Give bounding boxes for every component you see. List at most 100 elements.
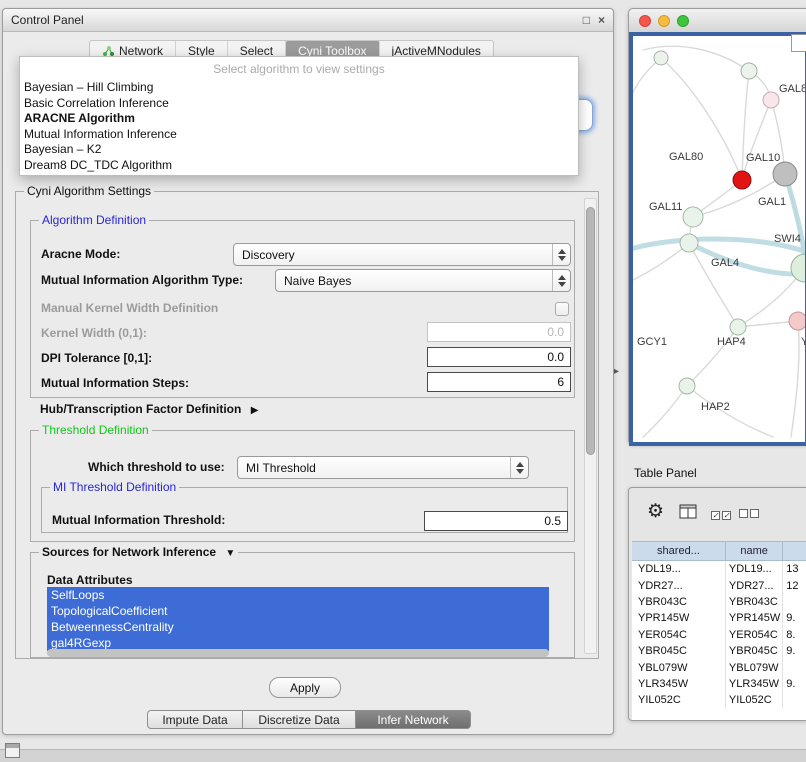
cell-shared[interactable]: YPR145W [632,610,726,626]
cell-value[interactable] [783,659,806,675]
cell-shared[interactable]: YBL079W [632,659,726,675]
columns-icon[interactable] [679,504,698,520]
network-node-pink[interactable] [789,312,805,330]
aracne-mode-combobox[interactable]: Discovery [233,243,571,266]
cell-name[interactable]: YBR045C [726,643,783,659]
settings-scrollbar-thumb[interactable] [586,207,595,455]
table-row[interactable]: YPR145W YPR145W 9. [632,610,806,626]
zoom-traffic-light-icon[interactable] [677,15,689,27]
combobox-stepper-icon[interactable] [552,244,570,265]
dropdown-item[interactable]: Dream8 DC_TDC Algorithm [20,158,578,174]
network-canvas[interactable]: GAL8 GAL80 GAL10 GAL11 GAL1 SWI4 GAL4 GC… [629,32,806,446]
mi-type-combobox[interactable]: Naive Bayes [275,269,571,292]
dropdown-item[interactable]: Basic Correlation Inference [20,96,578,112]
hub-definition-toggle[interactable]: Hub/Transcription Factor Definition ▶ [40,402,258,416]
dropdown-item-selected[interactable]: ARACNE Algorithm [20,111,578,127]
mi-steps-value: 6 [557,375,564,389]
tab-impute-data[interactable]: Impute Data [147,710,243,729]
checked-boxes-icon[interactable]: ✓✓ [711,507,733,521]
table-row[interactable]: YBR045C YBR045C 9. [632,643,806,659]
network-node-hap2[interactable] [679,378,695,394]
network-node-hap4[interactable] [730,319,746,335]
dpi-tolerance-field[interactable]: 0.0 [427,347,571,367]
cell-value[interactable]: 12 [783,577,806,593]
table-row[interactable]: YBL079W YBL079W [632,659,806,675]
cell-shared[interactable]: YDR27... [632,577,726,593]
cell-value[interactable]: 9. [783,676,806,692]
cell-name[interactable]: YDL19... [726,561,783,577]
table-row[interactable]: YLR345W YLR345W 9. [632,676,806,692]
tab-discretize-data[interactable]: Discretize Data [242,710,356,729]
tab-infer-network[interactable]: Infer Network [355,710,471,729]
network-node-gal4[interactable] [680,234,698,252]
table-row[interactable]: YER054C YER054C 8. [632,627,806,643]
cell-value[interactable]: 8. [783,627,806,643]
cell-name[interactable]: YBL079W [726,659,783,675]
float-window-icon[interactable]: □ [583,14,590,26]
table-row[interactable]: YDR27... YDR27... 12 [632,577,806,593]
network-node-gal10[interactable] [733,171,751,189]
settings-group-title: Cyni Algorithm Settings [24,184,154,198]
splitter-collapse-icon[interactable]: ▸ [614,366,619,377]
network-node[interactable] [683,207,703,227]
cell-name[interactable]: YPR145W [726,610,783,626]
apply-button[interactable]: Apply [269,677,341,698]
cell-shared[interactable]: YBR045C [632,643,726,659]
unchecked-boxes-icon[interactable] [739,507,761,521]
expanded-arrow-icon[interactable]: ▼ [225,548,235,559]
horizontal-scrollbar-thumb[interactable] [47,649,549,657]
column-header-cut[interactable] [783,542,806,560]
network-node-gray[interactable] [773,162,797,186]
dropdown-item[interactable]: Bayesian – Hill Climbing [20,80,578,96]
cell-value[interactable] [783,692,806,708]
table-toolbar: ⚙ ✓✓ [629,488,806,540]
cell-shared[interactable]: YBR043C [632,594,726,610]
cell-shared[interactable]: YDL19... [632,561,726,577]
table-row[interactable]: YBR043C YBR043C [632,594,806,610]
settings-scrollbar[interactable] [584,198,597,654]
cell-shared[interactable]: YER054C [632,627,726,643]
attribute-item-selected[interactable]: BetweennessCentrality [47,619,549,635]
kernel-width-field[interactable]: 0.0 [427,322,571,342]
table-row[interactable]: YIL052C YIL052C [632,692,806,708]
mi-steps-label: Mutual Information Steps: [41,376,189,390]
cell-shared[interactable]: YLR345W [632,676,726,692]
cell-name[interactable]: YDR27... [726,577,783,593]
cell-value[interactable]: 9. [783,643,806,659]
column-header-name[interactable]: name [726,542,783,560]
network-node[interactable] [741,63,757,79]
dropdown-item[interactable]: Mutual Information Inference [20,127,578,143]
which-threshold-label: Which threshold to use: [88,460,225,474]
dropdown-placeholder[interactable]: Select algorithm to view settings [20,59,578,80]
manual-kernel-checkbox[interactable] [555,302,569,316]
table-row[interactable]: YDL19... YDL19... 13 [632,561,806,577]
cell-name[interactable]: YBR043C [726,594,783,610]
minimized-panel-icon[interactable] [5,743,20,758]
attribute-item-selected[interactable]: SelfLoops [47,587,549,603]
column-header-shared[interactable]: shared... [632,542,726,560]
combobox-stepper-icon[interactable] [552,270,570,291]
network-node[interactable] [654,51,668,65]
close-window-icon[interactable]: × [598,14,605,26]
cell-name[interactable]: YER054C [726,627,783,643]
mi-steps-field[interactable]: 6 [427,372,571,392]
dropdown-item[interactable]: Bayesian – K2 [20,142,578,158]
close-traffic-light-icon[interactable] [639,15,651,27]
cell-name[interactable]: YIL052C [726,692,783,708]
combobox-stepper-icon[interactable] [510,457,528,478]
attribute-item-selected[interactable]: TopologicalCoefficient [47,603,549,619]
cell-value[interactable]: 9. [783,610,806,626]
cell-value[interactable]: 13 [783,561,806,577]
cell-value[interactable] [783,594,806,610]
collapsed-arrow-icon[interactable]: ▶ [251,405,259,416]
network-node[interactable] [763,92,779,108]
minimize-traffic-light-icon[interactable] [658,15,670,27]
hub-definition-label: Hub/Transcription Factor Definition [40,402,241,416]
network-node[interactable] [791,254,805,282]
cell-shared[interactable]: YIL052C [632,692,726,708]
mi-threshold-field[interactable]: 0.5 [424,511,568,531]
which-threshold-combobox[interactable]: MI Threshold [237,456,529,479]
network-corner-widget[interactable] [791,34,806,52]
gear-icon[interactable]: ⚙ [647,500,664,523]
cell-name[interactable]: YLR345W [726,676,783,692]
